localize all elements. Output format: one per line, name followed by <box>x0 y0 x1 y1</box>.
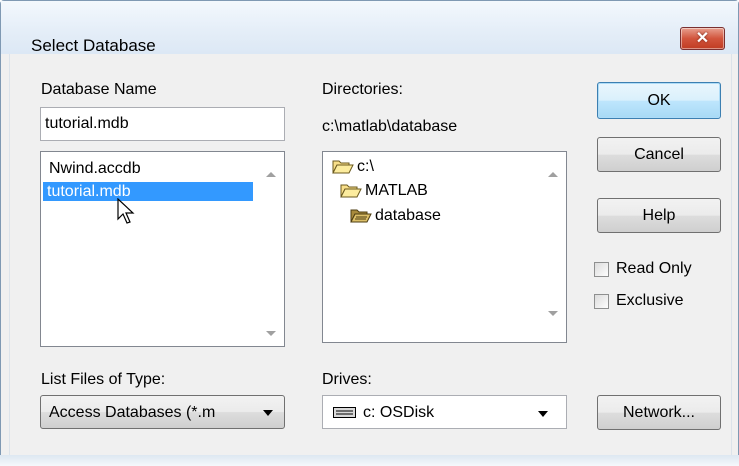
mouse-pointer-icon <box>117 198 135 224</box>
drives-dropdown[interactable]: c: OSDisk <box>322 395 567 429</box>
list-item-selected[interactable]: tutorial.mdb <box>43 182 253 201</box>
ok-button[interactable]: OK <box>597 82 721 119</box>
open-folder-icon <box>350 209 372 223</box>
exclusive-label[interactable]: Exclusive <box>616 292 684 310</box>
open-folder-icon <box>332 160 354 174</box>
dialog-title: Select Database <box>31 36 156 55</box>
file-type-label: List Files of Type: <box>41 371 166 388</box>
window-bottom-edge <box>0 455 739 466</box>
close-button[interactable]: ✕ <box>680 27 725 50</box>
file-type-value: Access Databases (*.m <box>49 404 216 421</box>
tree-item-matlab[interactable]: MATLAB <box>365 181 428 200</box>
database-name-input[interactable]: tutorial.mdb <box>40 107 285 141</box>
file-list-scrollbar[interactable] <box>263 156 280 342</box>
database-file-list[interactable]: Nwind.accdb tutorial.mdb <box>40 151 285 347</box>
file-type-dropdown[interactable]: Access Databases (*.m <box>40 395 285 429</box>
drive-icon <box>333 407 356 418</box>
close-icon: ✕ <box>695 30 710 47</box>
network-button[interactable]: Network... <box>597 395 721 430</box>
tree-item-root[interactable]: c:\ <box>357 157 374 176</box>
database-name-label: Database Name <box>41 81 157 98</box>
scroll-up-arrow-icon[interactable] <box>548 172 558 177</box>
tree-item-database[interactable]: database <box>375 206 441 225</box>
scroll-up-arrow-icon[interactable] <box>266 172 276 177</box>
chevron-down-icon <box>538 411 548 417</box>
directory-tree-scrollbar[interactable] <box>545 156 562 338</box>
drive-value: c: OSDisk <box>363 404 435 421</box>
read-only-label[interactable]: Read Only <box>616 260 692 278</box>
read-only-checkbox[interactable] <box>594 262 609 277</box>
cancel-button[interactable]: Cancel <box>597 137 721 172</box>
exclusive-checkbox[interactable] <box>594 294 609 309</box>
help-button[interactable]: Help <box>597 198 721 233</box>
open-folder-icon <box>340 184 362 198</box>
scroll-down-arrow-icon[interactable] <box>266 331 276 336</box>
current-directory-path: c:\matlab\database <box>322 118 458 135</box>
directory-tree[interactable]: c:\ MATLAB database <box>322 151 567 343</box>
database-name-value: tutorial.mdb <box>45 115 129 132</box>
list-item[interactable]: Nwind.accdb <box>49 159 141 178</box>
scroll-down-arrow-icon[interactable] <box>548 311 558 316</box>
directories-label: Directories: <box>322 81 403 98</box>
chevron-down-icon <box>263 410 273 416</box>
drives-label: Drives: <box>322 371 372 388</box>
